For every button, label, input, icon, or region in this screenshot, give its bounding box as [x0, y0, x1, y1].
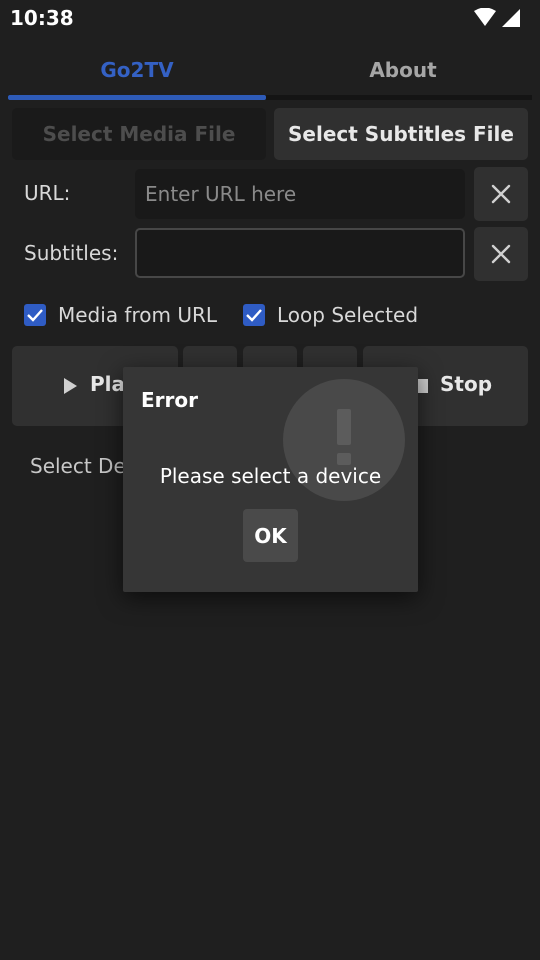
- close-icon: [491, 184, 511, 204]
- select-subtitles-file-button[interactable]: Select Subtitles File: [274, 108, 528, 160]
- loop-selected-checkbox[interactable]: Loop Selected: [243, 302, 418, 328]
- status-icons: [474, 8, 520, 27]
- play-icon: [64, 378, 77, 394]
- dialog-message: Please select a device: [159, 464, 382, 488]
- ok-button[interactable]: OK: [243, 509, 298, 562]
- status-bar: 10:38: [0, 0, 540, 38]
- url-input[interactable]: Enter URL here: [135, 169, 465, 219]
- subtitles-label: Subtitles:: [24, 241, 119, 265]
- checkbox-checked-icon: [24, 304, 46, 326]
- subtitles-input[interactable]: [135, 228, 465, 278]
- wifi-icon: [474, 8, 496, 26]
- dialog-title: Error: [141, 388, 198, 412]
- app-screen: 10:38 Go2TV About Select Media File Sele…: [0, 0, 540, 960]
- clear-subtitles-button[interactable]: [474, 227, 528, 281]
- checkbox-checked-icon: [243, 304, 265, 326]
- stop-label: Stop: [440, 372, 493, 396]
- close-icon: [491, 244, 511, 264]
- status-time: 10:38: [10, 6, 74, 30]
- play-label: Pla: [90, 372, 126, 396]
- clear-url-button[interactable]: [474, 167, 528, 221]
- media-from-url-checkbox[interactable]: Media from URL: [24, 302, 217, 328]
- cellular-signal-icon: [502, 9, 520, 27]
- tab-about[interactable]: About: [274, 54, 532, 90]
- url-label: URL:: [24, 181, 71, 205]
- select-media-file-button[interactable]: Select Media File: [12, 108, 266, 160]
- media-from-url-label: Media from URL: [58, 303, 218, 327]
- error-dialog: Error Please select a device OK: [123, 367, 418, 592]
- tab-active-indicator: [8, 95, 266, 100]
- loop-selected-label: Loop Selected: [277, 303, 419, 327]
- tab-go2tv[interactable]: Go2TV: [8, 54, 266, 90]
- select-device-label: Select Dev: [30, 454, 138, 478]
